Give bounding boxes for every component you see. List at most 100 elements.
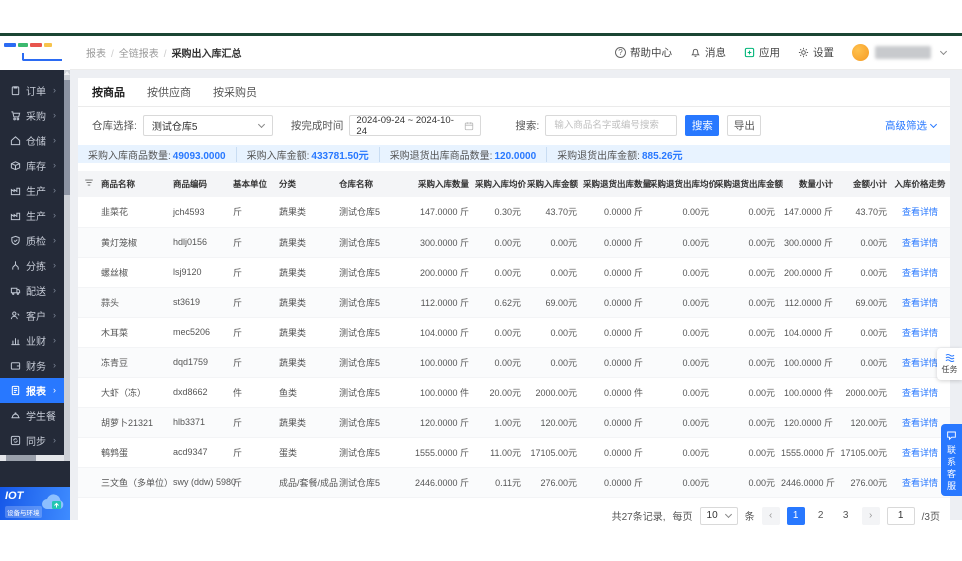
cell-warehouse: 测试仓库5 xyxy=(336,227,408,257)
advanced-filter-toggle[interactable]: 高级筛选 xyxy=(885,118,936,133)
view-detail-link[interactable]: 查看详情 xyxy=(902,388,938,398)
cell-return-out-avg-price: 0.00元 xyxy=(646,467,712,497)
sidebar-item[interactable]: 分拣 › xyxy=(0,253,64,278)
view-detail-link[interactable]: 查看详情 xyxy=(902,298,938,308)
date-range-picker[interactable]: 2024-09-24 ~ 2024-10-24 xyxy=(349,115,481,136)
view-detail-link[interactable]: 查看详情 xyxy=(902,358,938,368)
chevron-down-icon xyxy=(258,121,265,128)
view-detail-link[interactable]: 查看详情 xyxy=(902,418,938,428)
cell-purchase-in-avg-price: 20.00元 xyxy=(472,377,524,407)
tab[interactable]: 按采购员 xyxy=(213,84,257,106)
table-body: 韭菜花 jch4593 斤 蔬果类 测试仓库5 147.0000 斤 0.30元… xyxy=(78,197,950,497)
cell-amount-subtotal: 0.00元 xyxy=(836,227,890,257)
date-label: 按完成时间 xyxy=(291,118,344,133)
per-page-select[interactable]: 10 xyxy=(700,507,738,525)
chevron-right-icon: › xyxy=(53,186,56,195)
cell-amount-subtotal: 0.00元 xyxy=(836,347,890,377)
view-detail-link[interactable]: 查看详情 xyxy=(902,238,938,248)
people-icon xyxy=(10,310,21,321)
cell-qty-subtotal: 2446.0000 斤 xyxy=(778,467,836,497)
sidebar-item[interactable]: 客户 › xyxy=(0,303,64,328)
tab[interactable]: 按商品 xyxy=(92,84,125,106)
table-row: 韭菜花 jch4593 斤 蔬果类 测试仓库5 147.0000 斤 0.30元… xyxy=(78,197,950,227)
cell-product-name: 鹌鹑蛋 xyxy=(98,437,170,467)
cell-purchase-in-amount: 0.00元 xyxy=(524,257,580,287)
cell-return-out-qty: 0.0000 斤 xyxy=(580,227,646,257)
top-header: 报表 全链报表 采购出入库汇总 ? 帮助中心 消息 应用 设置 xyxy=(70,36,962,70)
cell-product-name: 冻青豆 xyxy=(98,347,170,377)
report-table: 商品名称 商品编码 基本单位 分类 仓库名称 采购入库数量 采购入库均价 采购入… xyxy=(78,171,950,498)
sidebar-item[interactable]: 采购 › xyxy=(0,103,64,128)
cell-purchase-in-avg-price: 0.30元 xyxy=(472,197,524,227)
cell-return-out-qty: 0.0000 斤 xyxy=(580,407,646,437)
cell-warehouse: 测试仓库5 xyxy=(336,317,408,347)
cell-return-out-qty: 0.0000 斤 xyxy=(580,317,646,347)
cell-return-out-amount: 0.00元 xyxy=(712,257,778,287)
table-row: 冻青豆 dqd1759 斤 蔬果类 测试仓库5 100.0000 斤 0.00元… xyxy=(78,347,950,377)
view-detail-link[interactable]: 查看详情 xyxy=(902,268,938,278)
breadcrumb-item[interactable]: 全链报表 xyxy=(119,45,172,60)
sidebar-item[interactable]: 业财 › xyxy=(0,328,64,353)
cell-amount-subtotal: 276.00元 xyxy=(836,467,890,497)
task-widget[interactable]: 任务 xyxy=(937,348,962,380)
sidebar-item[interactable]: 同步 › xyxy=(0,428,64,453)
sidebar-item[interactable]: 订单 › xyxy=(0,78,64,103)
sidebar-item[interactable]: 生产 › xyxy=(0,203,64,228)
filter-columns-icon[interactable] xyxy=(84,178,94,188)
cell-return-out-amount: 0.00元 xyxy=(712,227,778,257)
page-number-button[interactable]: 3 xyxy=(837,507,855,525)
sidebar-item[interactable]: 质检 › xyxy=(0,228,64,253)
settings-button[interactable]: 设置 xyxy=(798,45,834,60)
search-input[interactable] xyxy=(545,115,677,136)
truck-icon xyxy=(10,285,21,296)
sidebar-item[interactable]: 仓储 › xyxy=(0,128,64,153)
cell-product-code: hdlj0156 xyxy=(170,227,230,257)
help-center-button[interactable]: ? 帮助中心 xyxy=(615,45,672,60)
sidebar-item[interactable]: 库存 › xyxy=(0,153,64,178)
sidebar-item[interactable]: 报表 › xyxy=(0,378,64,403)
view-detail-link[interactable]: 查看详情 xyxy=(902,478,938,488)
sidebar-item[interactable]: 学生餐 › xyxy=(0,403,64,428)
tab[interactable]: 按供应商 xyxy=(147,84,191,106)
page-jump-input[interactable]: 1 xyxy=(887,507,915,525)
next-page-button[interactable] xyxy=(862,507,880,525)
export-button[interactable]: 导出 xyxy=(727,115,761,136)
sidebar-horizontal-scrollbar[interactable] xyxy=(0,455,70,461)
cell-category: 蔬果类 xyxy=(276,317,336,347)
prev-page-button[interactable] xyxy=(762,507,780,525)
cell-product-code: acd9347 xyxy=(170,437,230,467)
page-number-button[interactable]: 1 xyxy=(787,507,805,525)
chevron-down-icon xyxy=(930,121,937,128)
apps-button[interactable]: 应用 xyxy=(744,45,780,60)
table-row: 螺丝椒 lsj9120 斤 蔬果类 测试仓库5 200.0000 斤 0.00元… xyxy=(78,257,950,287)
cell-return-out-amount: 0.00元 xyxy=(712,287,778,317)
breadcrumb-item[interactable]: 报表 xyxy=(86,45,119,60)
contact-support-widget[interactable]: 联系客服 xyxy=(941,424,962,496)
cell-amount-subtotal: 0.00元 xyxy=(836,317,890,347)
cell-return-out-avg-price: 0.00元 xyxy=(646,227,712,257)
cell-return-out-avg-price: 0.00元 xyxy=(646,287,712,317)
chevron-right-icon: › xyxy=(53,336,56,345)
cell-purchase-in-amount: 276.00元 xyxy=(524,467,580,497)
cell-return-out-avg-price: 0.00元 xyxy=(646,407,712,437)
sidebar-item[interactable]: 生产 › xyxy=(0,178,64,203)
cell-product-name: 大虾（冻） xyxy=(98,377,170,407)
wallet-icon xyxy=(10,360,21,371)
sidebar-item[interactable]: 财务 › xyxy=(0,353,64,378)
cell-unit: 斤 xyxy=(230,227,276,257)
cell-return-out-qty: 0.0000 斤 xyxy=(580,347,646,377)
page-number-button[interactable]: 2 xyxy=(812,507,830,525)
view-detail-link[interactable]: 查看详情 xyxy=(902,448,938,458)
summary-item: 采购入库金额:433781.50元 xyxy=(236,147,379,162)
iot-banner[interactable]: IOT 设备与环境 xyxy=(0,487,70,520)
view-detail-link[interactable]: 查看详情 xyxy=(902,328,938,338)
logo-bars-icon xyxy=(4,43,52,47)
cell-unit: 斤 xyxy=(230,467,276,497)
table-row: 胡萝卜21321 hlb3371 斤 蔬果类 测试仓库5 120.0000 斤 … xyxy=(78,407,950,437)
view-detail-link[interactable]: 查看详情 xyxy=(902,207,938,217)
messages-button[interactable]: 消息 xyxy=(690,45,726,60)
warehouse-select[interactable]: 测试仓库5 xyxy=(143,115,273,136)
search-button[interactable]: 搜索 xyxy=(685,115,719,136)
user-menu[interactable] xyxy=(852,44,946,61)
sidebar-item[interactable]: 配送 › xyxy=(0,278,64,303)
